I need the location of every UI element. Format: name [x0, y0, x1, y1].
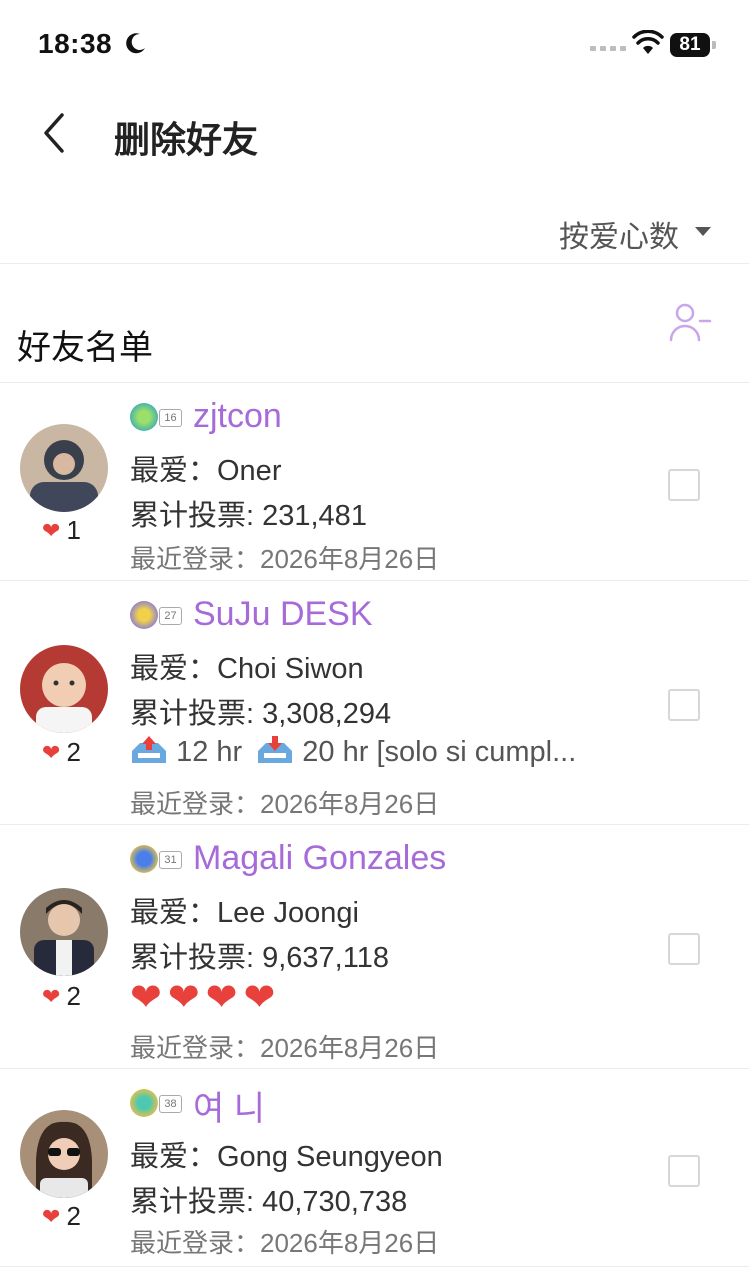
- caret-down-icon[interactable]: [695, 227, 711, 236]
- friend-row: ❤ 2 27 SuJu DESK 最爱：Choi Siwon 累计投票: 3,3…: [0, 581, 749, 825]
- outbox-tray-icon: [130, 735, 168, 765]
- friend-status-message: ❤❤❤❤: [130, 977, 282, 1019]
- sort-dropdown[interactable]: 按爱心数: [559, 212, 679, 256]
- select-checkbox[interactable]: [668, 689, 700, 721]
- battery-level: 81: [670, 33, 710, 57]
- friend-last-login: 最近登录：2026年8月26日: [130, 1033, 440, 1063]
- moon-icon: [126, 33, 145, 54]
- signal-icon: [590, 46, 626, 51]
- friend-last-login: 最近登录：2026年8月26日: [130, 1228, 440, 1258]
- status-time: 18:38: [38, 28, 113, 59]
- select-checkbox[interactable]: [668, 1155, 700, 1187]
- friend-votes: 累计投票: 9,637,118: [130, 942, 389, 974]
- level-badge: 27: [130, 601, 182, 629]
- friend-row: ❤ 2 38 여 니 最爱：Gong Seungyeon 累计投票: 40,73…: [0, 1069, 749, 1267]
- heart-count: ❤ 2: [42, 737, 81, 767]
- heart-count: ❤ 2: [42, 1201, 81, 1231]
- friend-votes: 累计投票: 40,730,738: [130, 1186, 408, 1218]
- avatar[interactable]: [20, 645, 108, 733]
- friend-favorite: 最爱：Gong Seungyeon: [130, 1141, 443, 1173]
- avatar[interactable]: [20, 1110, 108, 1198]
- level-badge: 38: [130, 1089, 182, 1117]
- friend-list-title: 好友名单: [17, 329, 153, 367]
- heart-icon: ❤: [42, 739, 61, 765]
- friend-favorite: 最爱：Oner: [130, 455, 282, 487]
- friend-favorite: 最爱：Choi Siwon: [130, 653, 364, 685]
- inbox-tray-icon: [256, 735, 294, 765]
- remove-friend-icon[interactable]: [668, 300, 712, 344]
- friend-last-login: 最近登录：2026年8月26日: [130, 789, 440, 819]
- friend-status-message: 12 hr 20 hr [solo si cumpl...: [130, 735, 576, 769]
- select-checkbox[interactable]: [668, 933, 700, 965]
- battery-icon: 81: [670, 33, 718, 57]
- page-title: 删除好友: [114, 119, 259, 160]
- heart-icon: ❤: [42, 983, 61, 1009]
- friend-name[interactable]: zjtcon: [193, 397, 282, 436]
- sort-bar: 按爱心数: [0, 200, 749, 264]
- level-badge: 31: [130, 845, 182, 873]
- friend-row: ❤ 2 31 Magali Gonzales 最爱：Lee Joongi 累计投…: [0, 825, 749, 1069]
- avatar[interactable]: [20, 888, 108, 976]
- friend-row: ❤ 1 16 zjtcon 最爱：Oner 累计投票: 231,481 最近登录…: [0, 383, 749, 581]
- navigation-bar: 删除好友: [0, 95, 749, 175]
- friend-name[interactable]: 여 니: [193, 1081, 265, 1130]
- friend-votes: 累计投票: 3,308,294: [130, 698, 392, 730]
- back-icon[interactable]: [40, 111, 70, 155]
- friend-list-header: 好友名单: [0, 264, 749, 383]
- friend-votes: 累计投票: 231,481: [130, 500, 367, 532]
- heart-count: ❤ 1: [42, 515, 81, 545]
- level-badge: 16: [130, 403, 182, 431]
- friend-favorite: 最爱：Lee Joongi: [130, 897, 359, 929]
- avatar[interactable]: [20, 424, 108, 512]
- wifi-icon: [632, 30, 664, 54]
- friend-name[interactable]: SuJu DESK: [193, 595, 373, 634]
- heart-count: ❤ 2: [42, 981, 81, 1011]
- heart-icon: ❤: [42, 1203, 61, 1229]
- friend-last-login: 最近登录：2026年8月26日: [130, 544, 440, 574]
- select-checkbox[interactable]: [668, 469, 700, 501]
- heart-icon: ❤: [42, 517, 61, 543]
- friend-name[interactable]: Magali Gonzales: [193, 839, 446, 878]
- status-bar: 18:38 81: [0, 0, 749, 90]
